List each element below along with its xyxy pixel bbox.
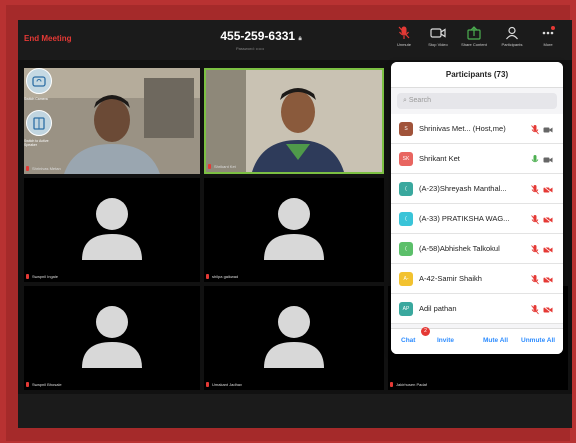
meeting-id[interactable]: 455-259-6331 🔒︎ <box>206 29 316 43</box>
participant-row[interactable]: S Shrinivas Met... (Host,me) <box>391 114 563 144</box>
tile-name: Jakirhusen Padaf <box>388 382 427 387</box>
participant-avatar: A- <box>399 271 413 286</box>
switch-view-button[interactable] <box>26 110 52 136</box>
participants-label: Participants <box>501 42 523 47</box>
share-icon <box>467 26 481 40</box>
participant-name: (A-23)Shreyash Manthal... <box>419 184 507 193</box>
video-tile-3[interactable]: Swapnil Ingale <box>24 178 200 282</box>
participant-avatar: ( <box>399 241 413 256</box>
tile-name: Shrikant Ket <box>206 164 236 169</box>
video-tile-2-active-speaker[interactable]: Shrikant Ket <box>204 68 384 174</box>
end-meeting-button[interactable]: End Meeting <box>24 34 72 43</box>
participant-avatar: ( <box>399 211 413 226</box>
participant-row[interactable]: A- A-42-Samir Shaikh <box>391 264 563 294</box>
video-tile-4[interactable]: shilpa gaikwad <box>204 178 384 282</box>
participant-list: S Shrinivas Met... (Host,me) SK Shrikant Ke… <box>391 114 563 324</box>
switch-view-label: Switch to Active Speaker <box>24 139 49 147</box>
tile-name: Swapnil Bhosale <box>24 382 62 387</box>
mute-all-button[interactable]: Mute All <box>483 337 508 344</box>
participant-row[interactable]: ( (A-33) PRATIKSHA WAG... <box>391 204 563 234</box>
unmute-all-button[interactable]: Unmute All <box>521 337 555 344</box>
panel-footer: Chat 2 Invite Mute All Unmute All <box>391 327 563 354</box>
mic-muted-icon <box>531 305 539 315</box>
video-off-icon <box>543 306 553 314</box>
video-on-icon <box>543 157 553 163</box>
avatar-placeholder-icon <box>82 198 142 260</box>
meeting-id-text: 455-259-6331 <box>220 29 296 43</box>
camera-switch-icon <box>32 76 46 87</box>
video-off-icon <box>543 246 553 254</box>
video-off-icon <box>543 276 553 284</box>
stop-video-button[interactable]: Stop Video <box>420 26 456 56</box>
invite-button[interactable]: Invite <box>437 337 454 344</box>
participant-video <box>206 70 382 172</box>
participant-name: Adil pathan <box>419 304 457 313</box>
switch-camera-button[interactable] <box>26 68 52 94</box>
search-icon: ⌕ <box>403 97 407 104</box>
unmute-label: Unmute <box>396 42 411 47</box>
avatar-placeholder-icon <box>82 306 142 368</box>
unmute-button[interactable]: Unmute <box>386 26 422 56</box>
chat-label: Chat <box>401 337 416 344</box>
video-off-icon <box>543 216 553 224</box>
panel-title: Participants (73) <box>391 62 563 88</box>
tile-name: Swapnil Ingale <box>24 274 58 279</box>
switch-camera-label: Switch Camera <box>24 97 48 101</box>
participants-button[interactable]: Participants <box>494 26 530 56</box>
avatar-placeholder-icon <box>264 198 324 260</box>
mic-muted-icon <box>531 215 539 225</box>
participant-avatar: S <box>399 121 413 136</box>
participants-panel: Participants (73) ⌕ Search S Shrinivas Me… <box>391 62 563 354</box>
more-icon <box>542 26 555 35</box>
participant-avatar: AP <box>399 301 413 316</box>
bottom-strip <box>18 394 572 428</box>
more-label: More <box>543 42 553 47</box>
lock-icon: 🔒︎ <box>298 36 302 42</box>
participant-name: Shrikant Ket <box>419 154 460 163</box>
video-off-icon <box>543 186 553 194</box>
speaker-view-icon <box>33 117 45 130</box>
participant-name: (A-33) PRATIKSHA WAG... <box>419 214 510 223</box>
participant-avatar: SK <box>399 151 413 166</box>
search-input[interactable]: ⌕ Search <box>397 93 557 109</box>
mic-muted-icon <box>531 275 539 285</box>
avatar-placeholder-icon <box>264 306 324 368</box>
participant-row[interactable]: ( (A-58)Abhishek Talkokul <box>391 234 563 264</box>
participant-row[interactable]: ( (A-23)Shreyash Manthal... <box>391 174 563 204</box>
participant-avatar: ( <box>399 181 413 196</box>
participant-row[interactable]: AP Adil pathan <box>391 294 563 324</box>
mic-muted-icon <box>531 245 539 255</box>
mic-muted-icon <box>531 185 539 195</box>
mic-on-icon <box>531 155 539 163</box>
search-placeholder: Search <box>408 97 432 104</box>
stop-video-label: Stop Video <box>428 42 448 47</box>
video-tile-5[interactable]: Swapnil Bhosale <box>24 286 200 390</box>
participant-row[interactable]: SK Shrikant Ket <box>391 144 563 174</box>
participant-name: (A-58)Abhishek Talkokul <box>419 244 500 253</box>
participant-name: Shrinivas Met... (Host,me) <box>419 124 506 133</box>
mic-off-icon <box>398 26 410 39</box>
video-icon <box>430 28 446 38</box>
participant-name: A-42-Samir Shaikh <box>419 274 482 283</box>
top-toolbar: End Meeting 455-259-6331 🔒︎ Password: ••… <box>18 20 572 60</box>
share-content-button[interactable]: Share Content <box>456 26 492 56</box>
chat-button[interactable]: Chat <box>401 337 415 344</box>
tile-name: Shrinivas Metan <box>24 166 61 171</box>
tile-name: shilpa gaikwad <box>204 274 238 279</box>
chat-unread-badge: 2 <box>421 327 430 336</box>
tile-name: Umakant Jadhav <box>204 382 242 387</box>
participants-icon <box>506 26 518 40</box>
more-button[interactable]: More <box>530 26 566 56</box>
mic-muted-icon <box>531 125 539 135</box>
password-label: Password: •••••• <box>236 46 265 51</box>
video-on-icon <box>543 127 553 133</box>
video-tile-6[interactable]: Umakant Jadhav <box>204 286 384 390</box>
share-content-label: Share Content <box>461 42 487 47</box>
